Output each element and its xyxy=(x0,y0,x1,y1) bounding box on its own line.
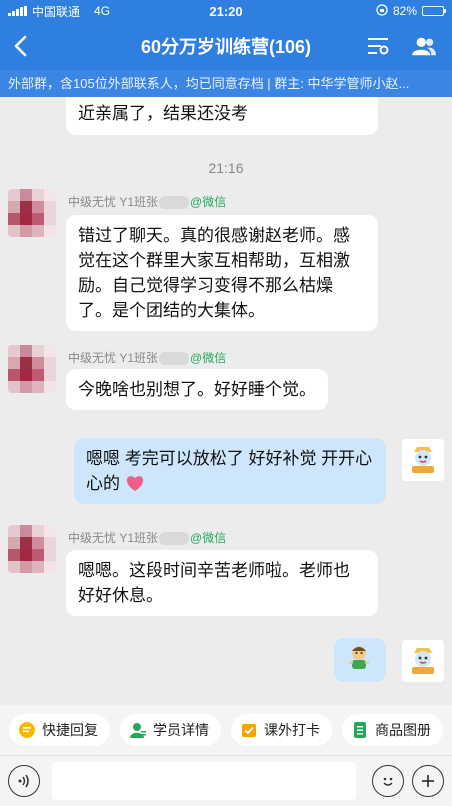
checkin-button[interactable]: 课外打卡 xyxy=(231,714,332,746)
cartoon-boy-sticker-icon xyxy=(349,646,369,669)
heart-emoji-icon xyxy=(126,476,143,491)
message-text: 嗯嗯。这段时间辛苦老师啦。老师也好好休息。 xyxy=(78,561,350,605)
message-bubble[interactable]: 嗯嗯。这段时间辛苦老师啦。老师也好好休息。 xyxy=(66,550,378,616)
back-button[interactable] xyxy=(0,22,40,70)
message-text: 今晚啥也别想了。好好睡个觉。 xyxy=(78,380,316,399)
battery-percent: 82% xyxy=(392,4,417,18)
my-sticker-bubble[interactable] xyxy=(334,638,386,682)
quick-action-label: 课外打卡 xyxy=(264,722,320,738)
catalog-icon xyxy=(352,722,368,738)
signal-icon xyxy=(8,6,27,16)
input-bar xyxy=(0,755,452,806)
quick-action-label: 学员详情 xyxy=(153,722,209,738)
quick-action-label: 快捷回复 xyxy=(42,722,98,738)
chat-area[interactable]: 近亲属了，结果还没考 21:16 中级无忧 Y1班张 @微信 错过了聊天。真的很感… xyxy=(0,97,452,705)
message-bubble[interactable]: 今晚啥也别想了。好好睡个觉。 xyxy=(66,369,328,410)
chevron-left-icon xyxy=(14,35,27,57)
carrier-label: 中国联通 xyxy=(32,4,81,19)
people-icon xyxy=(412,37,436,56)
group-notice-button[interactable] xyxy=(366,34,390,58)
catalog-button[interactable]: 商品图册 xyxy=(342,714,443,746)
quick-reply-button[interactable]: 快捷回复 xyxy=(9,714,110,746)
sender-name: 中级无忧 Y1班张 @微信 xyxy=(68,531,227,546)
my-avatar[interactable] xyxy=(402,640,444,682)
chat-header: 60分万岁训练营(106) xyxy=(0,22,452,70)
message-text: 近亲属了，结果还没考 xyxy=(78,104,248,123)
avatar[interactable] xyxy=(8,189,56,237)
message-input[interactable] xyxy=(52,762,356,800)
redacted-name xyxy=(159,352,190,366)
network-label: 4G xyxy=(94,4,111,18)
battery-icon xyxy=(422,6,446,16)
quick-action-label: 商品图册 xyxy=(375,722,431,738)
plus-icon xyxy=(422,775,434,787)
redacted-name xyxy=(159,532,190,546)
checkin-icon xyxy=(241,722,257,738)
redacted-name xyxy=(159,196,190,210)
cartoon-character-icon xyxy=(402,640,444,682)
quick-reply-icon xyxy=(19,722,35,738)
group-members-button[interactable] xyxy=(412,34,436,58)
my-avatar[interactable] xyxy=(402,439,444,481)
student-info-icon xyxy=(130,722,146,738)
smiley-icon xyxy=(383,777,393,786)
rotation-lock-icon xyxy=(376,3,388,19)
voice-button[interactable] xyxy=(8,765,40,797)
my-message-bubble[interactable]: 嗯嗯 考完可以放松了 好好补觉 开开心心的 xyxy=(74,438,386,504)
sender-name: 中级无忧 Y1班张 @微信 xyxy=(68,195,227,210)
status-bar: 中国联通 4G 21:20 82% xyxy=(0,0,452,22)
external-group-notice[interactable]: 外部群，含105位外部联系人，均已同意存档 | 群主: 中华学管师小赵... xyxy=(0,70,452,97)
emoji-button[interactable] xyxy=(372,765,404,797)
voice-icon xyxy=(18,774,29,788)
quick-actions-bar: 快捷回复 学员详情 课外打卡 商品图册 xyxy=(0,705,452,755)
list-settings-icon xyxy=(368,38,389,55)
more-button[interactable] xyxy=(412,765,444,797)
avatar[interactable] xyxy=(8,345,56,393)
avatar[interactable] xyxy=(8,525,56,573)
timestamp: 21:16 xyxy=(208,160,244,176)
message-bubble[interactable]: 近亲属了，结果还没考 xyxy=(66,97,378,135)
message-bubble[interactable]: 错过了聊天。真的很感谢赵老师。感觉在这个群里大家互相帮助，互相激励。自己觉得学习… xyxy=(66,215,378,331)
cartoon-character-icon xyxy=(402,439,444,481)
student-info-button[interactable]: 学员详情 xyxy=(120,714,221,746)
top-bar: 中国联通 4G 21:20 82% 60分万岁训练营(106) xyxy=(0,0,452,70)
message-text: 错过了聊天。真的很感谢赵老师。感觉在这个群里大家互相帮助，互相激励。自己觉得学习… xyxy=(78,226,350,320)
sender-name: 中级无忧 Y1班张 @微信 xyxy=(68,351,227,366)
